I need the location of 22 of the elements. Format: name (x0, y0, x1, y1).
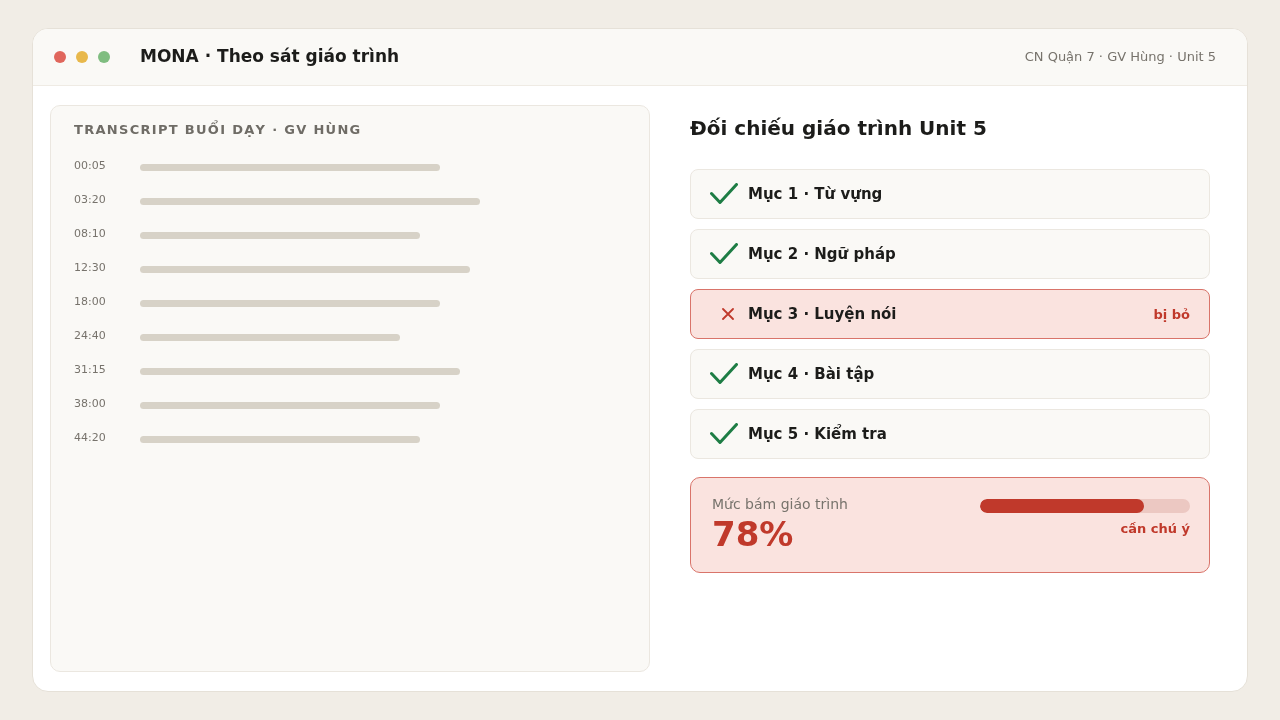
item-label: Mục 5 · Kiểm tra (748, 423, 887, 445)
item-label: Mục 1 · Từ vựng (748, 183, 883, 205)
session-context: CN Quận 7 · GV Hùng · Unit 5 (1024, 48, 1216, 67)
item-label: Mục 3 · Luyện nói (748, 303, 897, 325)
item-label: Mục 2 · Ngữ pháp (748, 243, 896, 265)
timestamp: 12:30 (74, 259, 107, 276)
timestamp: 18:00 (74, 293, 107, 310)
timestamp: 03:20 (74, 191, 107, 208)
adherence-label: Mức bám giáo trình (712, 495, 848, 514)
checklist-heading: Đối chiếu giáo trình Unit 5 (690, 115, 988, 142)
adherence-value: 78% (712, 514, 795, 554)
timestamp: 00:05 (74, 157, 107, 174)
timestamp: 24:40 (74, 327, 107, 344)
item-label: Mục 4 · Bài tập (748, 363, 875, 385)
timestamp: 31:15 (74, 361, 107, 378)
transcript-heading: TRANSCRIPT BUỔI DẠY · GV HÙNG (74, 122, 363, 138)
item-status-note: bị bỏ (1153, 306, 1190, 325)
timestamp: 08:10 (74, 225, 107, 242)
adherence-status: cần chú ý (1120, 520, 1190, 538)
window-title: MONA · Theo sát giáo trình (140, 45, 400, 69)
timestamp: 44:20 (74, 429, 107, 446)
timestamp: 38:00 (74, 395, 107, 412)
